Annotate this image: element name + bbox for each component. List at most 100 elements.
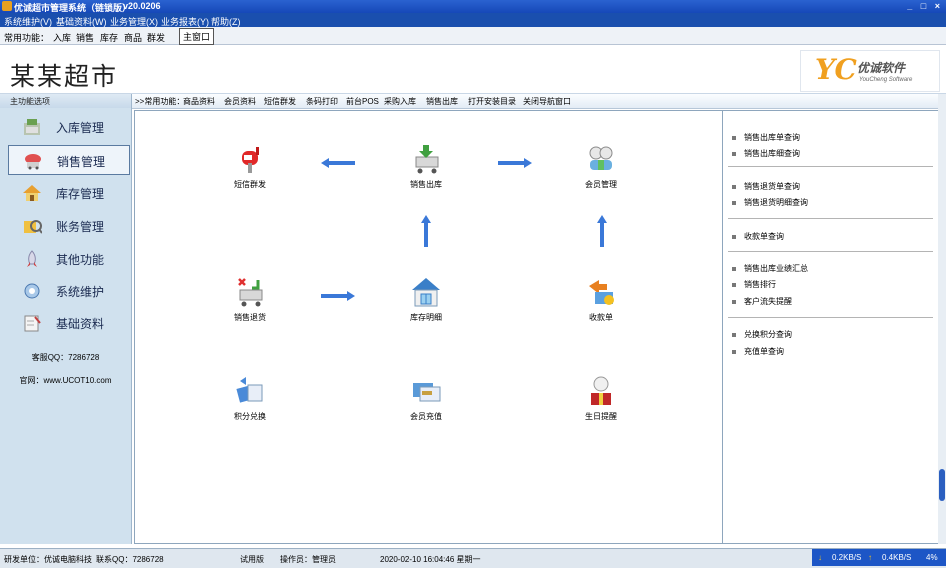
query-panel: 销售出库单查询 销售出库细查询 销售退货单查询 销售退货明细查询 收款单查询 销… <box>722 110 940 544</box>
arrow-right-icon <box>498 158 532 168</box>
func-label: 收款单 <box>589 313 613 322</box>
notebook-icon <box>24 315 41 332</box>
bullet-icon <box>732 349 736 354</box>
func-member-recharge[interactable]: 会员充值 <box>396 375 456 422</box>
arrow-left-icon <box>321 158 355 168</box>
logo-chinese-name: 优诚软件 <box>857 61 906 75</box>
vip-card-icon <box>413 383 441 402</box>
content-link-goods[interactable]: 商品资料 <box>183 96 215 107</box>
func-label: 短信群发 <box>234 180 266 189</box>
function-canvas: 短信群发 销售出库 会员管理 销售退货 库存明细 收款单 积分兑换 会员充值 生… <box>134 110 723 544</box>
query-link-label: 客户流失提醒 <box>744 297 792 306</box>
content-link-install-dir[interactable]: 打开安装目录 <box>468 96 516 107</box>
func-sales-return[interactable]: 销售退货 <box>220 276 280 323</box>
sidebar-item-label: 账务管理 <box>56 220 105 234</box>
network-monitor: ↓ 0.2KB/S ↑ 0.4KB/S 4% <box>812 549 946 566</box>
quick-toolbar: 常用功能： 入库 销售 库存 商品 群发 主窗口 <box>0 27 946 45</box>
func-inventory-detail[interactable]: 库存明细 <box>396 276 456 323</box>
sidebar-item-other[interactable]: 其他功能 <box>8 244 128 272</box>
query-link-receipts[interactable]: 收款单查询 <box>732 231 784 242</box>
func-member-management[interactable]: 会员管理 <box>571 143 631 190</box>
sidebar-item-label: 其他功能 <box>56 253 105 267</box>
service-qq: 客服QQ：7286728 <box>31 353 100 362</box>
func-birthday-reminder[interactable]: 生日提醒 <box>571 375 631 422</box>
bullet-icon <box>732 234 736 239</box>
query-link-return-details[interactable]: 销售退货明细查询 <box>732 197 808 208</box>
sidebar-item-sales[interactable]: 销售管理 <box>8 145 130 175</box>
quick-item-sales[interactable]: 销售 <box>76 31 94 44</box>
house-icon <box>23 185 41 201</box>
bullet-icon <box>732 299 736 304</box>
query-link-performance-summary[interactable]: 销售出库业绩汇总 <box>732 263 808 274</box>
inbound-icon <box>24 119 40 135</box>
sidebar-item-inbound[interactable]: 入库管理 <box>8 112 128 140</box>
func-receipt[interactable]: 收款单 <box>571 276 631 323</box>
warehouse-icon <box>412 278 440 307</box>
divider <box>728 317 933 318</box>
sidebar-item-inventory[interactable]: 库存管理 <box>8 178 128 206</box>
vertical-scrollbar[interactable] <box>938 94 946 544</box>
query-link-label: 销售退货明细查询 <box>744 198 808 207</box>
func-label: 销售退货 <box>234 313 266 322</box>
bullet-icon <box>732 135 736 140</box>
query-link-label: 销售出库单查询 <box>744 133 800 142</box>
scrollbar-thumb[interactable] <box>939 469 945 501</box>
func-points-exchange[interactable]: 积分兑换 <box>220 375 280 422</box>
status-datetime: 2020-02-10 16:04:46 星期一 <box>380 555 481 564</box>
sidebar-item-basic-data[interactable]: 基础资料 <box>8 308 128 336</box>
divider <box>728 218 933 219</box>
content-toolbar: >>常用功能： 商品资料 会员资料 短信群发 条码打印 前台POS 采购入库 销… <box>132 94 938 109</box>
main-window-tab[interactable]: 主窗口 <box>179 28 215 45</box>
func-sms-broadcast[interactable]: 短信群发 <box>220 143 280 190</box>
quick-label: 常用功能： <box>4 33 50 43</box>
sidebar-item-label: 基础资料 <box>56 317 105 331</box>
window-controls[interactable]: _ □ × <box>907 1 943 11</box>
query-link-recharge-orders[interactable]: 充值单查询 <box>732 346 784 357</box>
mailbox-icon <box>242 147 259 173</box>
app-icon <box>2 1 12 11</box>
bullet-icon <box>732 151 736 156</box>
upload-arrow-icon: ↑ <box>868 553 872 562</box>
sidebar-item-system[interactable]: 系统维护 <box>8 276 128 304</box>
query-link-return-orders[interactable]: 销售退货单查询 <box>732 181 800 192</box>
official-website[interactable]: 官网：www.UCOT10.com <box>0 375 131 386</box>
content-link-barcode[interactable]: 条码打印 <box>306 96 338 107</box>
quick-item-inventory[interactable]: 库存 <box>100 31 118 44</box>
rocket-icon <box>27 250 37 267</box>
sidebar-item-label: 系统维护 <box>56 285 105 299</box>
content-link-sms[interactable]: 短信群发 <box>264 96 296 107</box>
bullet-icon <box>732 184 736 189</box>
quick-item-inbound[interactable]: 入库 <box>53 31 71 44</box>
sales-icon <box>25 154 41 170</box>
account-icon <box>24 220 42 234</box>
sidebar-item-accounts[interactable]: 账务管理 <box>8 211 128 239</box>
members-icon <box>589 146 613 170</box>
query-link-customer-churn[interactable]: 客户流失提醒 <box>732 296 792 307</box>
quick-item-goods[interactable]: 商品 <box>124 31 142 44</box>
content-link-sales-out[interactable]: 销售出库 <box>426 96 458 107</box>
query-link-label: 兑换积分查询 <box>744 330 792 339</box>
logo-english-name: YouCheng Software <box>859 77 913 83</box>
bullet-icon <box>732 282 736 287</box>
content-link-close-nav[interactable]: 关闭导航窗口 <box>523 96 571 107</box>
query-link-sales-out-details[interactable]: 销售出库细查询 <box>732 148 800 159</box>
sidebar-item-label: 销售管理 <box>57 155 106 169</box>
func-label: 库存明细 <box>410 313 442 322</box>
query-link-sales-ranking[interactable]: 销售排行 <box>732 279 776 290</box>
content-link-pos[interactable]: 前台POS <box>346 96 379 107</box>
func-sales-out[interactable]: 销售出库 <box>396 143 456 190</box>
content-link-members[interactable]: 会员资料 <box>224 96 256 107</box>
cart-out-icon <box>415 145 439 174</box>
bullet-icon <box>732 266 736 271</box>
status-developer: 研发单位：优诚电脑科技 <box>4 555 92 564</box>
arrow-up-icon <box>421 215 431 247</box>
window-version: v20.0206 <box>123 1 161 11</box>
banner: 某某超市 YC 优诚软件 YouCheng Software <box>0 45 946 94</box>
quick-item-broadcast[interactable]: 群发 <box>147 31 165 44</box>
download-arrow-icon: ↓ <box>818 553 822 562</box>
content-link-purchase[interactable]: 采购入库 <box>384 96 416 107</box>
query-link-points-exchange[interactable]: 兑换积分查询 <box>732 329 792 340</box>
cart-return-icon <box>238 278 263 307</box>
store-name: 某某超市 <box>10 62 119 91</box>
query-link-sales-out-orders[interactable]: 销售出库单查询 <box>732 132 800 143</box>
